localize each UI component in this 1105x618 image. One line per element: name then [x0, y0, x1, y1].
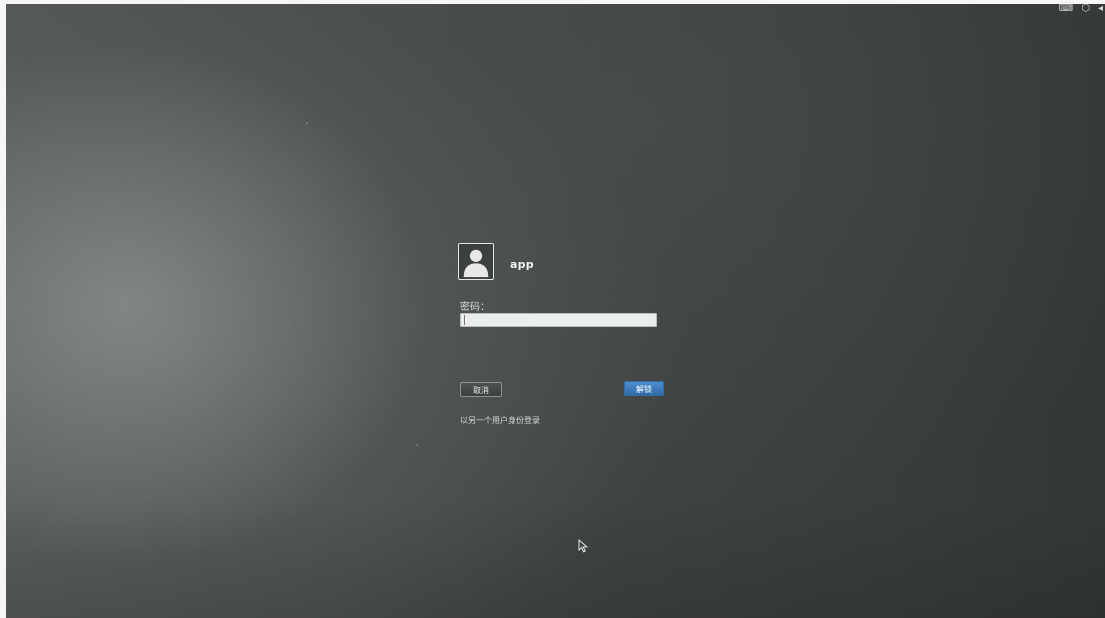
- keyboard-icon[interactable]: ⌨: [1059, 4, 1073, 14]
- photo-frame: ⌨ ⬡ ◂ app 密码： 取消 解锁 以另一个用户身份登录: [0, 0, 1105, 618]
- password-input[interactable]: [460, 313, 657, 327]
- text-caret: [464, 315, 465, 325]
- background-shade: [6, 498, 1105, 618]
- password-label: 密码：: [460, 302, 490, 313]
- unlock-button[interactable]: 解锁: [624, 381, 664, 396]
- mouse-cursor-icon: [578, 539, 588, 553]
- user-avatar-icon: [458, 243, 494, 280]
- avatar-silhouette: [459, 244, 493, 279]
- lock-screen: ⌨ ⬡ ◂ app 密码： 取消 解锁 以另一个用户身份登录: [6, 4, 1105, 618]
- volume-icon[interactable]: ◂: [1098, 4, 1103, 14]
- system-tray: ⌨ ⬡ ◂: [1059, 4, 1103, 14]
- unlock-dialog: app 密码： 取消 解锁 以另一个用户身份登录: [458, 243, 668, 433]
- cancel-button[interactable]: 取消: [460, 382, 502, 397]
- network-icon[interactable]: ⬡: [1081, 4, 1090, 14]
- screen-speck: [416, 444, 418, 446]
- screen-speck: [306, 122, 308, 124]
- username-label: app: [510, 258, 534, 271]
- login-as-other-user-link[interactable]: 以另一个用户身份登录: [460, 415, 540, 426]
